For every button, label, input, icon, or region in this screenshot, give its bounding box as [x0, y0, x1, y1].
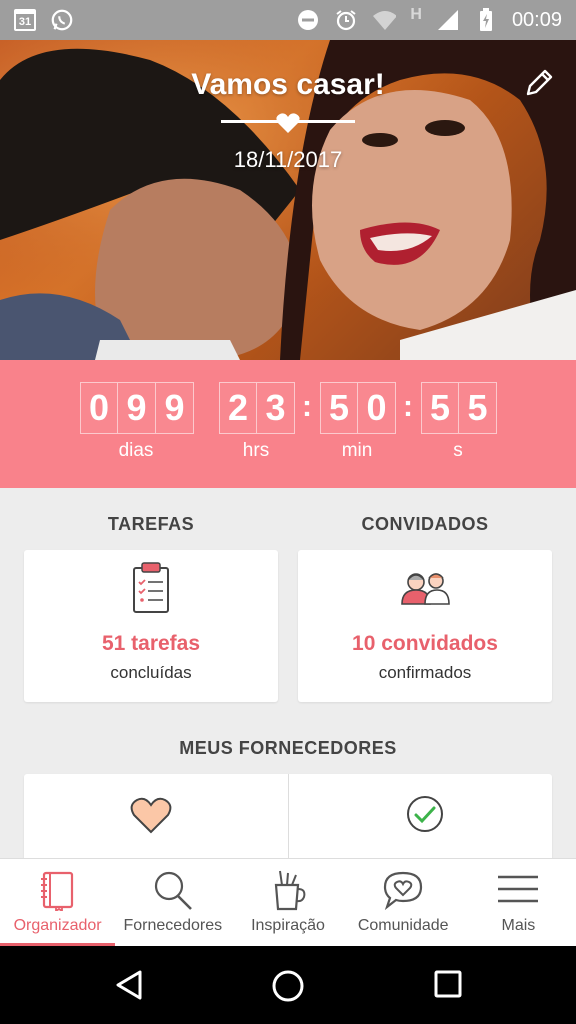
pencil-cup-icon: [274, 870, 306, 911]
nav-inspiracao[interactable]: Inspiração: [230, 859, 345, 946]
alarm-icon: [334, 8, 358, 32]
countdown-digit: 5: [421, 382, 459, 434]
status-bar: 31 H 00:09: [0, 0, 576, 40]
countdown-separator: :: [302, 390, 312, 423]
search-icon: [154, 871, 192, 910]
bottom-navigation: Organizador Fornecedores Inspiração Comu…: [0, 858, 576, 946]
status-time: 00:09: [511, 8, 562, 31]
battery-icon: [474, 8, 498, 32]
guests-card[interactable]: 10 convidados confirmados: [298, 550, 552, 702]
nav-label: Inspiração: [251, 917, 325, 934]
nav-label: Comunidade: [357, 917, 449, 934]
couple-photo-header[interactable]: Vamos casar! 18/11/2017: [0, 40, 576, 360]
countdown-days: 0 9 9: [80, 382, 194, 434]
calendar-icon: 31: [14, 9, 36, 31]
countdown-separator: :: [403, 390, 413, 423]
countdown-digit: 0: [80, 382, 118, 434]
countdown-panel: 0 9 9 dias 2 3 hrs : 5 0 min : 5 5 s: [0, 360, 576, 488]
checklist-icon: [133, 562, 169, 613]
calendar-day: 31: [18, 15, 32, 28]
tasks-caption: concluídas: [110, 663, 192, 682]
guests-count: 10 convidados: [352, 632, 498, 655]
heart-chat-icon: [384, 871, 423, 911]
home-icon[interactable]: [270, 968, 306, 1004]
countdown-label-days: dias: [118, 440, 154, 461]
check-circle-icon: [406, 796, 443, 832]
countdown-minutes: 5 0: [320, 382, 396, 434]
nav-label: Mais: [501, 917, 536, 934]
nav-organizador[interactable]: Organizador: [0, 859, 116, 946]
nav-comunidade[interactable]: Comunidade: [346, 859, 461, 946]
signal-icon: [436, 8, 460, 32]
nav-mais[interactable]: Mais: [461, 859, 576, 946]
countdown-digit: 3: [257, 382, 295, 434]
heart-icon: [276, 113, 300, 133]
tasks-count: 51 tarefas: [101, 632, 201, 655]
vendors-title: MEUS FORNECEDORES: [179, 738, 397, 758]
countdown-digit: 0: [358, 382, 396, 434]
nav-label: Fornecedores: [123, 917, 223, 934]
guests-icon: [401, 573, 450, 605]
countdown-label-seconds: s: [453, 440, 463, 461]
recents-icon[interactable]: [432, 968, 464, 1000]
countdown-digit: 9: [118, 382, 156, 434]
countdown-digit: 5: [320, 382, 358, 434]
countdown-digit: 5: [459, 382, 497, 434]
menu-icon: [498, 875, 539, 903]
edit-icon[interactable]: [522, 66, 556, 100]
wedding-date: 18/11/2017: [233, 147, 343, 172]
tasks-card[interactable]: 51 tarefas concluídas: [24, 550, 278, 702]
nav-label: Organizador: [13, 917, 102, 934]
countdown-label-hours: hrs: [242, 440, 270, 461]
wifi-icon: [372, 8, 397, 32]
countdown-seconds: 5 5: [421, 382, 497, 434]
network-type-icon: H: [410, 6, 422, 23]
whatsapp-icon: [50, 8, 74, 32]
countdown-hours: 2 3: [219, 382, 295, 434]
tasks-title: TAREFAS: [107, 514, 195, 534]
do-not-disturb-icon: [296, 8, 320, 32]
countdown-digit: 9: [156, 382, 194, 434]
countdown-digit: 2: [219, 382, 257, 434]
wedding-title: Vamos casar!: [191, 68, 385, 101]
nav-fornecedores[interactable]: Fornecedores: [115, 859, 230, 946]
notebook-icon: [40, 871, 73, 911]
guests-caption: confirmados: [378, 663, 472, 682]
countdown-label-minutes: min: [341, 440, 373, 461]
heart-icon: [130, 797, 172, 834]
back-icon[interactable]: [112, 968, 146, 1002]
system-navigation-bar: [0, 946, 576, 1024]
guests-title: CONVIDADOS: [361, 514, 489, 534]
